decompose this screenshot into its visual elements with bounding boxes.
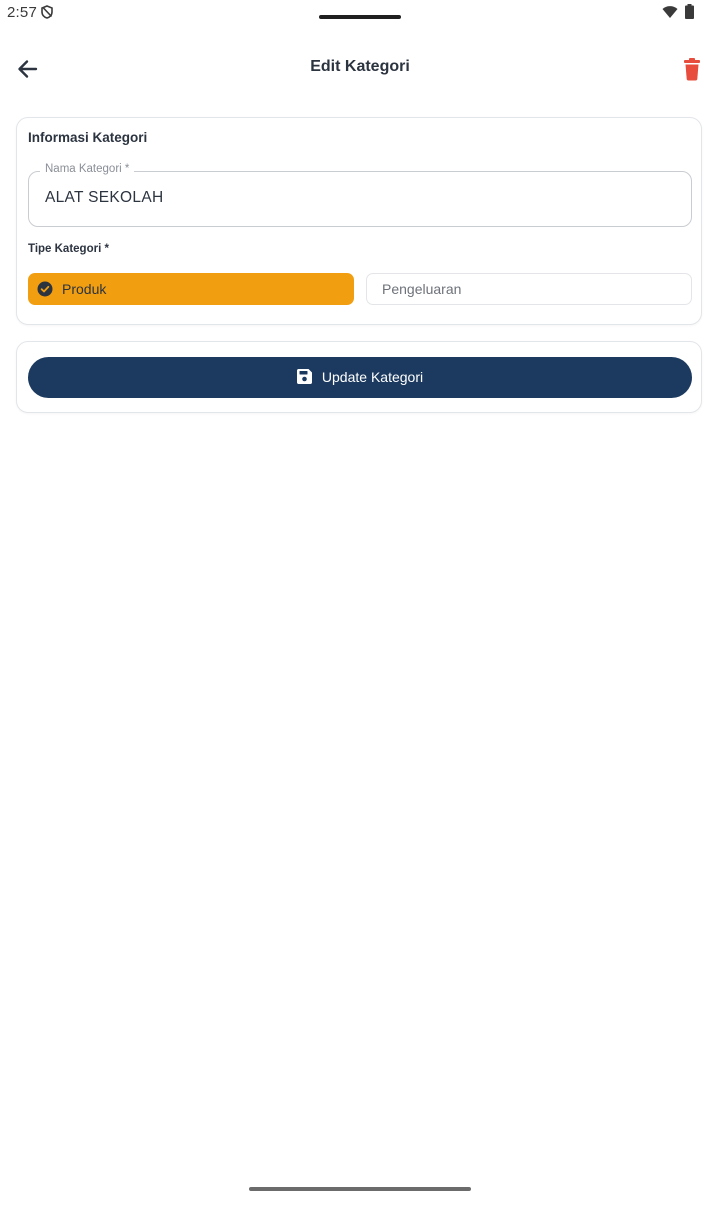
type-option-produk-label: Produk — [62, 281, 107, 297]
update-button-label: Update Kategori — [321, 369, 424, 385]
type-option-produk[interactable]: Produk — [28, 273, 354, 305]
category-name-value[interactable]: ALAT SEKOLAH — [45, 189, 163, 207]
page-title: Edit Kategori — [310, 58, 410, 75]
battery-icon — [685, 4, 694, 19]
trash-icon — [684, 58, 700, 81]
shield-icon — [41, 5, 53, 19]
category-type-label: Tipe Kategori * — [28, 243, 109, 255]
app-bar: Edit Kategori — [0, 44, 720, 94]
status-pill — [319, 15, 401, 19]
type-option-pengeluaran-label: Pengeluaran — [382, 281, 462, 297]
status-bar: 2:57 — [0, 0, 720, 26]
wifi-icon — [662, 6, 678, 19]
update-button-content: Update Kategori — [28, 369, 692, 385]
section-title: Informasi Kategori — [28, 130, 148, 145]
category-name-label: Nama Kategori * — [40, 163, 135, 175]
update-category-button[interactable]: Update Kategori — [28, 357, 692, 398]
category-info-card: Informasi Kategori Nama Kategori * ALAT … — [16, 117, 702, 325]
status-time: 2:57 — [7, 4, 37, 21]
category-name-field[interactable]: Nama Kategori * ALAT SEKOLAH — [28, 163, 692, 227]
home-indicator[interactable] — [249, 1187, 471, 1191]
delete-button[interactable] — [680, 56, 704, 82]
action-card: Update Kategori — [16, 341, 702, 413]
type-option-pengeluaran[interactable]: Pengeluaran — [366, 273, 692, 305]
check-circle-icon — [37, 281, 53, 297]
save-icon — [296, 369, 312, 384]
